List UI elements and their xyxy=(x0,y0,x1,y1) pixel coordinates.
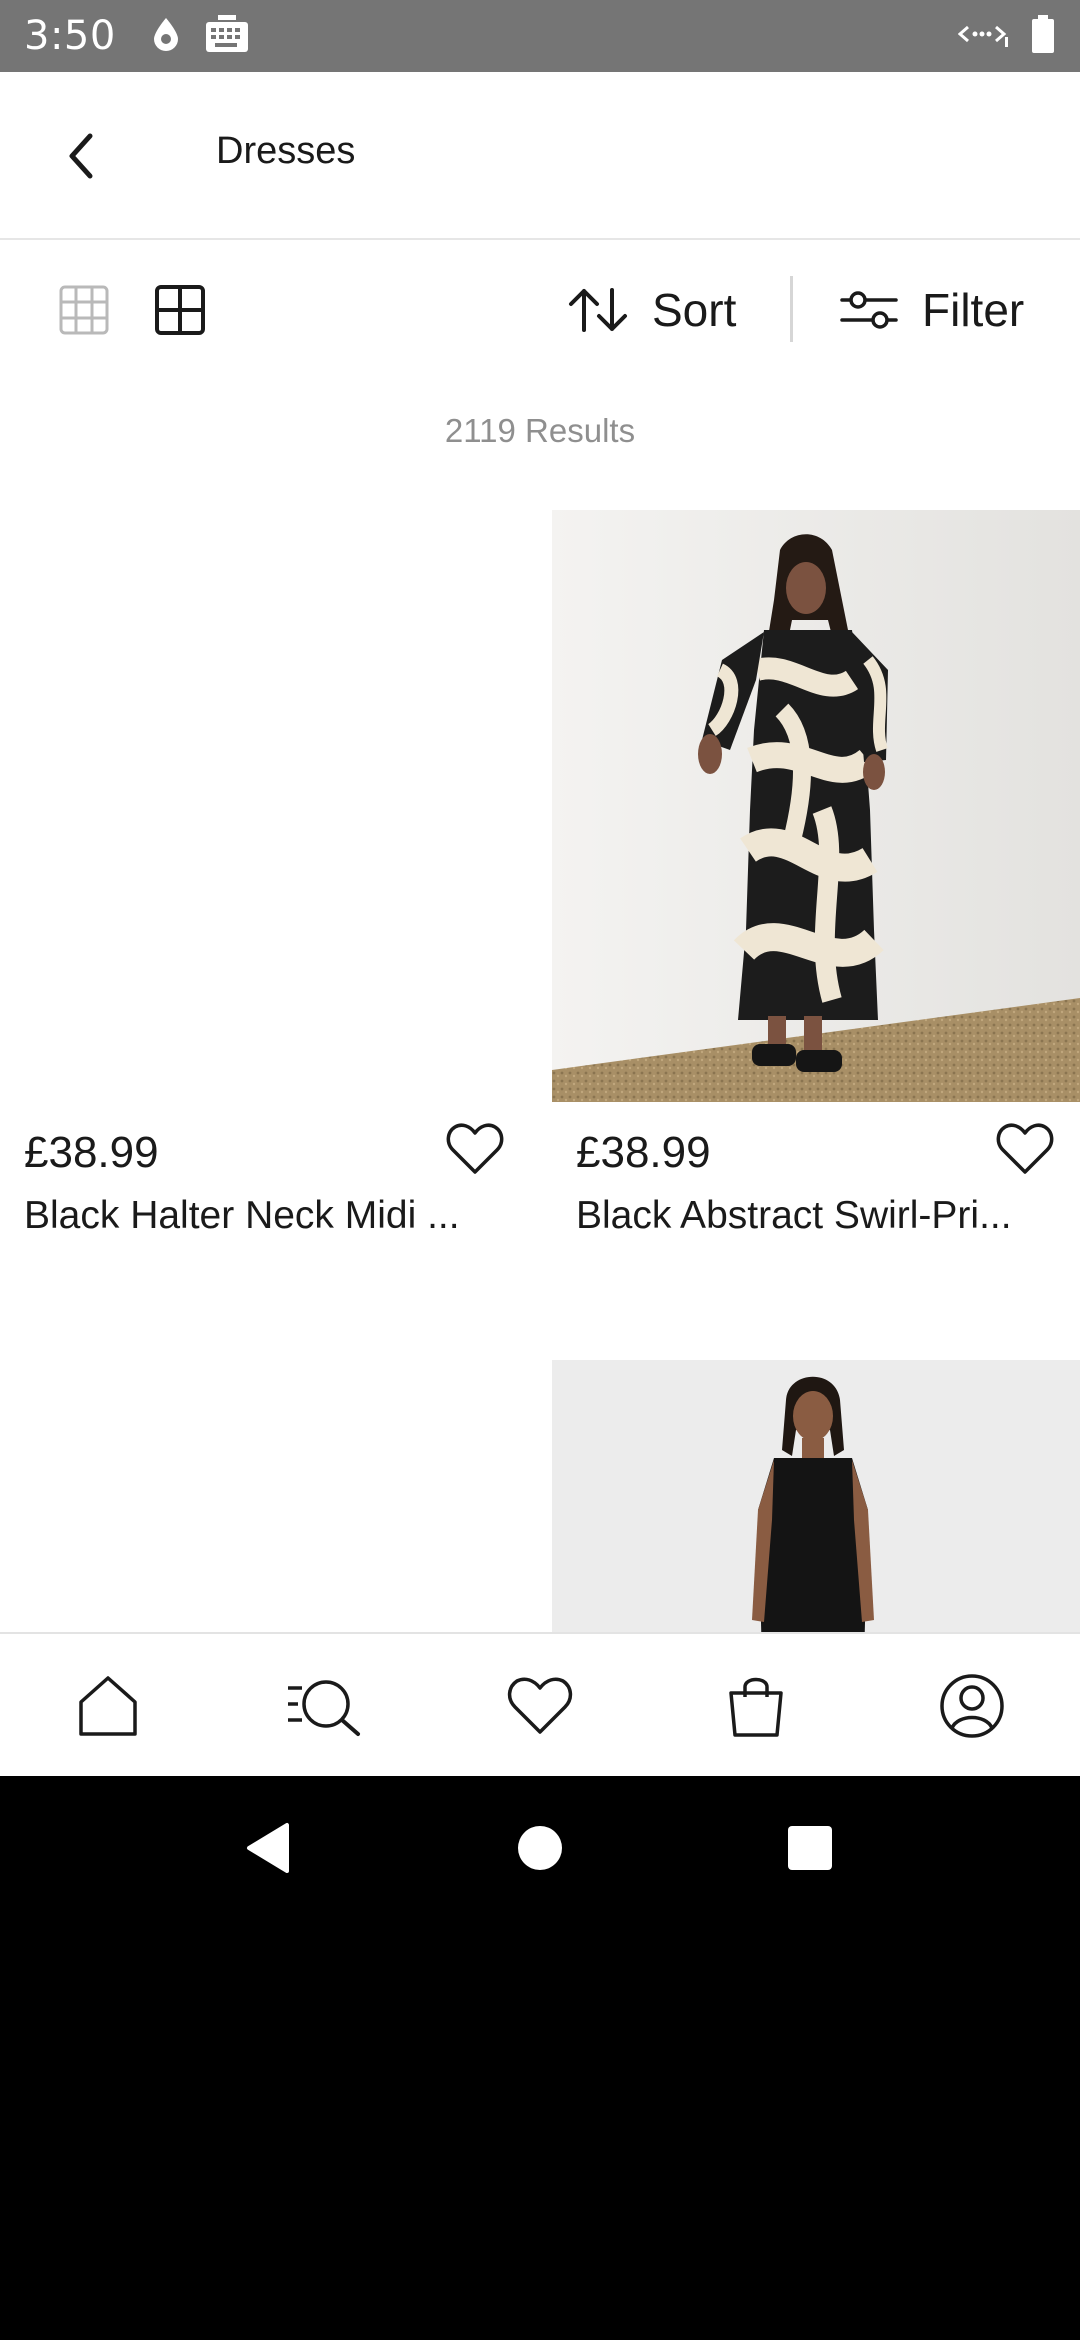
large-grid-view-button[interactable] xyxy=(152,282,208,338)
heart-icon xyxy=(996,1123,1054,1174)
toolbar-divider xyxy=(790,276,793,342)
keyboard-icon xyxy=(204,14,250,59)
large-grid-icon xyxy=(155,285,205,335)
search-icon xyxy=(288,1680,360,1736)
nav-search[interactable] xyxy=(282,1664,366,1748)
recents-square-icon xyxy=(788,1826,832,1870)
bag-icon xyxy=(729,1677,783,1737)
listing-toolbar: Sort Filter xyxy=(0,242,1080,374)
nav-favorites[interactable] xyxy=(498,1664,582,1748)
favorite-button[interactable] xyxy=(996,1122,1056,1178)
filter-button[interactable]: Filter xyxy=(840,278,1024,342)
nav-home[interactable] xyxy=(66,1664,150,1748)
data-saver-icon xyxy=(957,17,1010,56)
small-grid-view-button[interactable] xyxy=(56,282,112,338)
heart-icon xyxy=(507,1677,573,1734)
product-image[interactable] xyxy=(0,510,528,1102)
system-recents-button[interactable] xyxy=(778,1816,842,1880)
product-image[interactable] xyxy=(552,510,1080,1102)
back-arrow-icon xyxy=(69,133,93,179)
back-button[interactable] xyxy=(56,130,108,182)
product-price: £38.99 xyxy=(24,1128,159,1177)
system-navigation-bar xyxy=(0,1776,1080,1920)
small-grid-icon xyxy=(59,285,109,335)
app-header: Dresses xyxy=(0,72,1080,240)
account-icon xyxy=(940,1674,1004,1738)
product-name: Black Halter Neck Midi ... xyxy=(24,1194,460,1237)
product-name: Black Abstract Swirl-Pri... xyxy=(576,1194,1012,1237)
nav-bag[interactable] xyxy=(714,1664,798,1748)
heart-icon xyxy=(446,1123,504,1174)
product-price: £38.99 xyxy=(576,1128,711,1177)
system-back-button[interactable] xyxy=(236,1816,300,1880)
model-swirl-print-dress-image xyxy=(552,510,1080,1102)
app-screen: Dresses Sort Filter 2119 Results £38.99 … xyxy=(0,72,1080,1776)
sort-label: Sort xyxy=(652,284,737,336)
back-triangle-icon xyxy=(247,1823,289,1873)
system-home-button[interactable] xyxy=(508,1816,572,1880)
filter-sliders-icon xyxy=(840,291,898,329)
product-card[interactable] xyxy=(0,1360,528,1776)
model-black-sleeveless-dress-image xyxy=(552,1360,1080,1660)
bottom-navigation xyxy=(0,1632,1080,1776)
drop-icon xyxy=(150,16,182,57)
home-icon xyxy=(79,1676,137,1736)
favorite-button[interactable] xyxy=(446,1122,506,1178)
status-time: 3:50 xyxy=(24,13,116,59)
product-card[interactable] xyxy=(552,1360,1080,1776)
results-count: 2119 Results xyxy=(444,412,636,449)
nav-account[interactable] xyxy=(930,1664,1014,1748)
sort-arrows-icon xyxy=(569,288,627,332)
home-circle-icon xyxy=(518,1826,562,1870)
page-title: Dresses xyxy=(216,130,356,172)
filter-label: Filter xyxy=(922,284,1025,336)
battery-icon xyxy=(1030,14,1056,59)
product-card[interactable]: £38.99 Black Abstract Swirl-Pri... xyxy=(552,510,1080,1310)
sort-button[interactable]: Sort xyxy=(566,278,736,342)
status-bar: 3:50 xyxy=(0,0,1080,72)
product-card[interactable]: £38.99 Black Halter Neck Midi ... xyxy=(0,510,528,1310)
